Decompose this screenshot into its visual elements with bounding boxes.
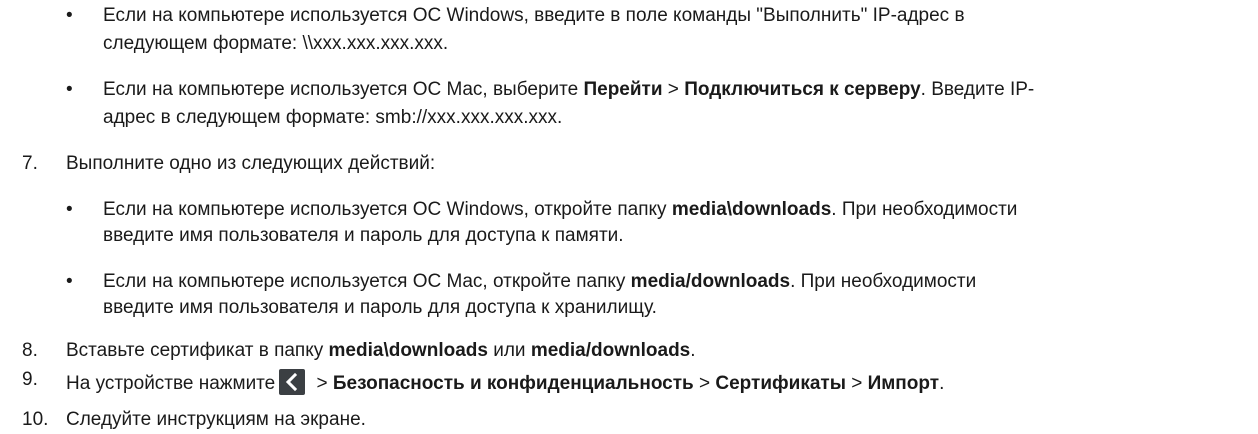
- text-segment: >: [311, 373, 333, 394]
- text-segment: >: [693, 373, 716, 394]
- folder-path: media\downloads: [328, 340, 488, 361]
- bullet-line: Если на компьютере используется ОС Windo…: [103, 5, 965, 26]
- bullet-line: адрес в следующем формате: smb://xxx.xxx…: [103, 107, 563, 128]
- folder-path: media\downloads: [671, 199, 832, 220]
- instructions-page: • Если на компьютере используется ОС Win…: [0, 0, 1258, 433]
- bullet-line: введите имя пользователя и пароль для до…: [103, 225, 624, 246]
- bullet-line: Если на компьютере используется ОС Windo…: [103, 196, 1017, 224]
- folder-path: media/downloads: [630, 271, 791, 292]
- text-segment: Если на компьютере используется ОС Mac, …: [103, 271, 631, 292]
- text-segment: или: [487, 340, 531, 361]
- bullet-marker: •: [66, 5, 73, 26]
- bullet-marker: •: [66, 199, 73, 220]
- text-segment: Вставьте сертификат в папку: [66, 340, 329, 361]
- text-segment: .: [690, 340, 696, 361]
- step-text: Вставьте сертификат в папку media\downlo…: [66, 337, 696, 365]
- text-segment: >: [662, 79, 685, 100]
- step-number: 7.: [22, 153, 38, 174]
- bullet-line: следующем формате: \\xxx.xxx.xxx.xxx.: [103, 33, 449, 54]
- menu-path-import: Импорт: [867, 373, 940, 394]
- text-segment: . Введите IP-: [920, 79, 1035, 100]
- text-segment: На устройстве нажмите: [66, 373, 276, 394]
- bullet-line: введите имя пользователя и пароль для до…: [103, 297, 657, 318]
- step-text: Выполните одно из следующих действий:: [66, 153, 436, 174]
- bullet-line: Если на компьютере используется ОС Mac, …: [103, 76, 1034, 104]
- menu-path-go: Перейти: [583, 79, 663, 100]
- step-number: 10.: [22, 409, 49, 430]
- step-text: На устройстве нажмите > Безопасность и к…: [66, 369, 944, 398]
- bullet-marker: •: [66, 79, 73, 100]
- text-segment: . При необходимости: [831, 199, 1018, 220]
- menu-path-security-privacy: Безопасность и конфиденциальность: [332, 373, 694, 394]
- text-segment: . При необходимости: [790, 271, 977, 292]
- text-segment: .: [939, 373, 945, 394]
- text-segment: >: [845, 373, 868, 394]
- menu-path-connect-server: Подключиться к серверу: [684, 79, 921, 100]
- back-chevron-icon: [279, 369, 306, 395]
- step-number: 9.: [22, 369, 38, 390]
- text-segment: Если на компьютере используется ОС Mac, …: [103, 79, 584, 100]
- menu-path-certificates: Сертификаты: [715, 373, 846, 394]
- text-segment: Если на компьютере используется ОС Windo…: [103, 199, 672, 220]
- folder-path: media/downloads: [530, 340, 691, 361]
- bullet-marker: •: [66, 271, 73, 292]
- bullet-line: Если на компьютере используется ОС Mac, …: [103, 268, 976, 296]
- step-text: Следуйте инструкциям на экране.: [66, 409, 366, 430]
- step-number: 8.: [22, 340, 38, 361]
